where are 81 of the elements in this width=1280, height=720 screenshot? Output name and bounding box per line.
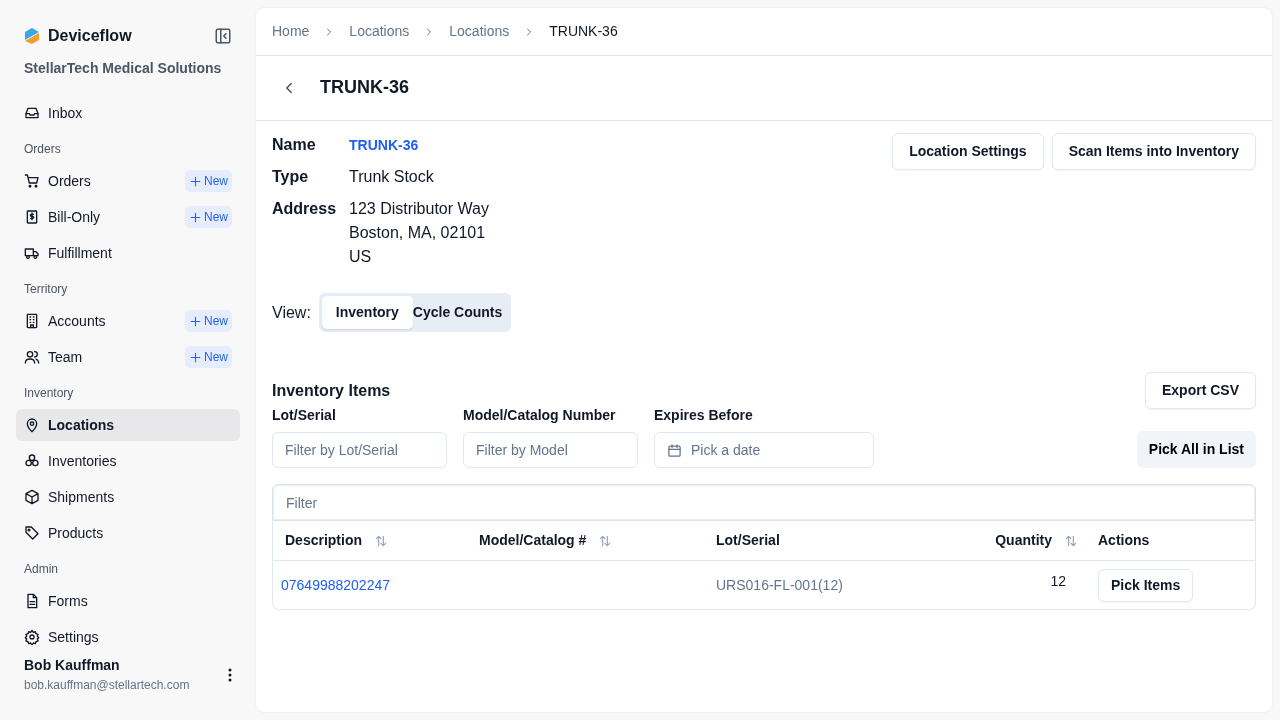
column-header[interactable]: Quantity: [995, 530, 1052, 551]
sidebar-item[interactable]: Accounts New: [16, 305, 240, 337]
cart-icon: [24, 173, 40, 189]
sidebar-item[interactable]: Shipments: [16, 481, 240, 513]
section-heading: Inventory: [23, 385, 75, 402]
export-button[interactable]: Export CSV: [1145, 372, 1256, 409]
users-icon: [24, 349, 40, 365]
breadcrumb-item: TRUNK-36: [549, 22, 618, 41]
sidebar-item[interactable]: Locations: [16, 409, 240, 441]
box-icon: [24, 489, 40, 505]
logo-icon: [24, 28, 40, 44]
column-header[interactable]: Model/Catalog #: [479, 530, 587, 551]
breadcrumb-item[interactable]: Home: [272, 21, 310, 42]
column-header: Lot/Serial: [716, 531, 780, 550]
column-header[interactable]: Description: [285, 530, 362, 551]
sidebar-item[interactable]: Inventories: [16, 445, 240, 477]
breadcrumb-item[interactable]: Locations: [449, 21, 510, 42]
pick-items-button[interactable]: Pick Items: [1098, 568, 1194, 602]
breadcrumb-item[interactable]: Locations: [349, 21, 410, 42]
section-heading: Territory: [23, 281, 69, 298]
user-email: bob.kauffman@stellartech.com: [24, 677, 190, 694]
dollar-receipt-icon: [24, 209, 40, 225]
view-label: View:: [272, 302, 311, 323]
sidebar-item[interactable]: Bill-Only New: [16, 201, 240, 233]
sidebar-item[interactable]: Settings: [16, 621, 240, 649]
section-heading: Orders: [23, 141, 62, 158]
more-icon[interactable]: [228, 667, 232, 682]
detail-value: US: [349, 247, 373, 267]
detail-value: Boston, MA, 02101: [349, 223, 487, 243]
sidebar-item[interactable]: Orders New: [16, 165, 240, 197]
description-link[interactable]: 07649988202247: [281, 574, 390, 596]
tag-icon: [24, 525, 40, 541]
section-title: Inventory Items: [272, 380, 391, 401]
circles-icon: [24, 453, 40, 469]
organization-name: StellarTech Medical Solutions: [23, 59, 223, 78]
page-title: TRUNK-36: [320, 77, 409, 99]
search-field[interactable]: Filter by Lot/Serial: [272, 432, 447, 468]
action-button[interactable]: Scan Items into Inventory: [1051, 133, 1256, 170]
location-link[interactable]: TRUNK-36: [349, 137, 419, 153]
document-icon: [24, 593, 40, 609]
settings-icon: [24, 629, 40, 645]
plus-icon: [189, 210, 202, 224]
column-header: Actions: [1098, 531, 1150, 550]
new-button[interactable]: New: [185, 310, 232, 332]
user-name: Bob Kauffman: [24, 656, 121, 675]
sidebar-item[interactable]: Team New: [16, 341, 240, 373]
search-field[interactable]: Filter by Model: [463, 432, 638, 468]
detail-label: Address: [272, 199, 338, 219]
brand-name: Deviceflow: [48, 26, 132, 46]
table-cell-text: 12: [1050, 572, 1066, 591]
filter-label: Model/Catalog Number: [463, 406, 617, 425]
plus-icon: [189, 174, 202, 188]
pick-all-button[interactable]: Pick All in List: [1136, 431, 1256, 468]
detail-label: Name: [272, 135, 317, 155]
section-heading: Admin: [23, 561, 59, 578]
new-button[interactable]: New: [185, 346, 232, 368]
calendar-icon: [667, 443, 682, 458]
table-cell-text: URS016-FL-001(12): [716, 575, 843, 595]
inbox-icon: [24, 105, 40, 121]
sidebar-item[interactable]: Products: [16, 517, 240, 549]
view-tab[interactable]: Inventory: [321, 296, 413, 329]
new-button[interactable]: New: [185, 206, 232, 228]
sidebar-item[interactable]: Inbox: [16, 97, 240, 129]
table-filter-field[interactable]: Filter: [272, 484, 1256, 521]
detail-value: Trunk Stock: [349, 167, 435, 187]
view-tab[interactable]: Cycle Counts: [412, 296, 509, 329]
date-field[interactable]: Pick a date: [654, 432, 874, 468]
filter-label: Expires Before: [654, 406, 754, 425]
sidebar-item[interactable]: Forms: [16, 585, 240, 617]
sidebar-toggle-icon[interactable]: [214, 27, 232, 45]
detail-label: Type: [272, 167, 310, 187]
building-icon: [24, 313, 40, 329]
plus-icon: [189, 314, 202, 328]
truck-icon: [24, 245, 40, 261]
new-button[interactable]: New: [185, 170, 232, 192]
sidebar-item[interactable]: Fulfillment: [16, 237, 240, 269]
plus-icon: [189, 350, 202, 364]
location-pin-icon: [24, 417, 40, 433]
filter-label: Lot/Serial: [272, 406, 337, 425]
detail-value: 123 Distributor Way: [349, 199, 489, 219]
action-button[interactable]: Location Settings: [892, 133, 1044, 170]
